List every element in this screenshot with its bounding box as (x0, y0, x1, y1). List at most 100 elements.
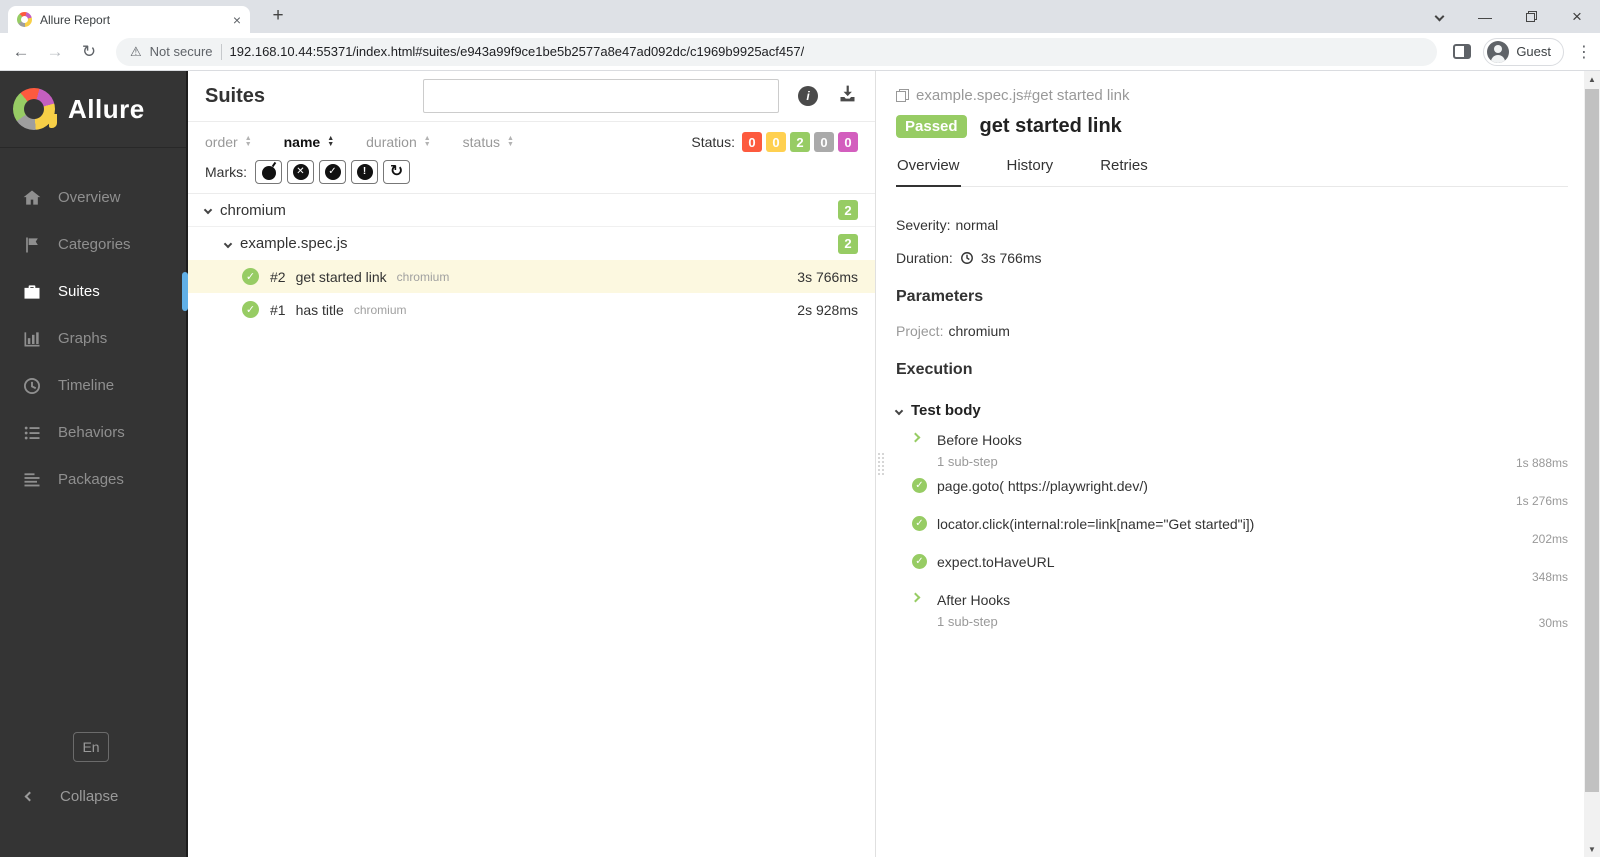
sidebar-item-behaviors[interactable]: Behaviors (0, 409, 186, 456)
unknown-count-badge[interactable]: 0 (838, 132, 858, 152)
mark-known-button[interactable]: ✓ (319, 160, 346, 184)
sidebar-item-suites[interactable]: Suites (0, 268, 188, 315)
tab-retries[interactable]: Retries (1099, 148, 1149, 186)
sort-name[interactable]: name ▲ ▼ (284, 134, 335, 150)
sort-order[interactable]: order ▲ ▼ (205, 134, 252, 150)
marks-label: Marks: (205, 164, 247, 180)
sort-label: name (283, 134, 321, 150)
breadcrumb[interactable]: example.spec.js#get started link (896, 87, 1568, 104)
sidebar-item-label: Overview (58, 189, 121, 206)
filters-bar: order ▲ ▼ name ▲ ▼ duration ▲ ▼ status ▲ ▼ S… (188, 121, 875, 194)
test-body-label: Test body (911, 402, 981, 419)
expand-step-icon (910, 432, 921, 443)
tree-group-chromium[interactable]: chromium 2 (188, 194, 875, 227)
step-duration: 202ms (1531, 532, 1568, 546)
status-label: Status: (691, 134, 735, 150)
browser-toolbar: ← → ↻ ⚠ Not secure 192.168.10.44:55371/i… (0, 33, 1600, 71)
scroll-down-icon[interactable]: ▼ (1584, 841, 1600, 857)
skipped-count-badge[interactable]: 0 (814, 132, 834, 152)
severity-value: normal (955, 217, 999, 233)
mark-retries-button[interactable]: ↻ (383, 160, 410, 184)
app-root: Allure Overview Categories Suites Graphs (0, 71, 1600, 857)
chevron-down-icon (223, 239, 233, 248)
search-input[interactable] (423, 79, 779, 113)
url-bar[interactable]: ⚠ Not secure 192.168.10.44:55371/index.h… (116, 37, 1438, 66)
mark-flaky-button[interactable] (255, 160, 282, 184)
test-detail-panel: example.spec.js#get started link Passed … (876, 71, 1584, 857)
test-duration: 3s 766ms (797, 268, 858, 285)
test-tag: chromium (353, 302, 407, 317)
collapse-button[interactable]: Collapse (24, 788, 118, 805)
status-badge: Passed (896, 115, 967, 138)
minimize-button[interactable]: — (1462, 0, 1508, 33)
info-icon[interactable]: i (798, 86, 818, 106)
download-icon[interactable] (837, 83, 858, 109)
sort-label: status (462, 134, 501, 150)
test-row-has-title[interactable]: ✓ #1 has title chromium 2s 928ms (188, 293, 875, 326)
severity-line: Severity: normal (896, 217, 1568, 233)
steps-list: Before Hooks 1 sub-step 1s 888ms ✓ page.… (896, 426, 1568, 631)
sort-status[interactable]: status ▲ ▼ (463, 134, 514, 150)
test-duration: 2s 928ms (797, 301, 858, 318)
profile-button[interactable]: Guest (1483, 37, 1564, 66)
step-before-hooks[interactable]: Before Hooks 1 sub-step 1s 888ms (910, 426, 1568, 471)
group-passed-badge: 2 (838, 233, 858, 254)
back-button[interactable]: ← (10, 42, 32, 62)
side-panel-icon[interactable] (1453, 44, 1472, 59)
step-duration: 348ms (1531, 570, 1568, 584)
parameters-heading: Parameters (896, 288, 984, 305)
breadcrumb-text: example.spec.js#get started link (916, 87, 1130, 104)
passed-check-icon: ✓ (242, 268, 259, 285)
language-button[interactable]: En (73, 732, 109, 762)
copy-icon (896, 89, 909, 102)
tab-search-icon[interactable] (1416, 0, 1462, 33)
restore-button[interactable] (1508, 0, 1554, 33)
step-duration: 1s 276ms (1515, 494, 1568, 508)
mark-new-button[interactable]: ! (351, 160, 378, 184)
tab-close-icon[interactable]: × (233, 13, 241, 27)
step-after-hooks[interactable]: After Hooks 1 sub-step 30ms (910, 586, 1568, 631)
reload-button[interactable]: ↻ (78, 42, 100, 62)
allure-logo-icon (13, 88, 57, 130)
project-label: Project: (896, 323, 944, 339)
step-page-goto[interactable]: ✓ page.goto( https://playwright.dev/) 1s… (912, 472, 1568, 509)
status-filter-group: Status: 0 0 2 0 0 (691, 132, 858, 152)
step-locator-click[interactable]: ✓ locator.click(internal:role=link[name=… (912, 510, 1568, 547)
browser-tab[interactable]: Allure Report × (8, 6, 250, 33)
sidebar-item-label: Graphs (58, 330, 108, 347)
broken-count-badge[interactable]: 0 (766, 132, 786, 152)
check-circle-icon: ✓ (324, 164, 341, 180)
sidebar-item-packages[interactable]: Packages (0, 456, 186, 503)
step-expect-tohaveurl[interactable]: ✓ expect.toHaveURL 348ms (912, 548, 1568, 585)
tab-overview[interactable]: Overview (896, 148, 961, 187)
sidebar-item-label: Packages (58, 471, 124, 488)
page-scrollbar[interactable]: ▲ ▼ (1584, 71, 1600, 857)
test-body-toggle[interactable]: Test body (894, 402, 1568, 419)
group-passed-badge: 2 (838, 200, 858, 220)
tree-group-spec[interactable]: example.spec.js 2 (188, 227, 875, 260)
brand-row[interactable]: Allure (0, 71, 186, 148)
collapse-chevron-icon (24, 791, 35, 802)
close-button[interactable]: × (1554, 0, 1600, 33)
sidebar-item-overview[interactable]: Overview (0, 174, 186, 221)
browser-menu-icon[interactable]: ⋮ (1576, 42, 1592, 62)
sort-duration[interactable]: duration ▲ ▼ (366, 134, 431, 150)
duration-line: Duration: 3s 766ms (896, 250, 1568, 266)
scrollbar-thumb[interactable] (1585, 89, 1599, 792)
mark-muted-button[interactable]: ✕ (287, 160, 314, 184)
scroll-up-icon[interactable]: ▲ (1584, 71, 1600, 87)
passed-count-badge[interactable]: 2 (790, 132, 810, 152)
cross-circle-icon: ✕ (292, 164, 309, 180)
failed-count-badge[interactable]: 0 (742, 132, 762, 152)
sidebar-item-timeline[interactable]: Timeline (0, 362, 186, 409)
sidebar-nav: Overview Categories Suites Graphs Timeli… (0, 174, 188, 503)
sidebar-item-graphs[interactable]: Graphs (0, 315, 186, 362)
sidebar: Allure Overview Categories Suites Graphs (0, 71, 188, 857)
panel-splitter-handle[interactable] (878, 453, 884, 475)
new-tab-button[interactable]: + (264, 3, 292, 31)
test-row-get-started-link[interactable]: ✓ #2 get started link chromium 3s 766ms (188, 260, 875, 293)
tab-history[interactable]: History (1006, 148, 1055, 186)
sidebar-item-categories[interactable]: Categories (0, 221, 186, 268)
step-duration: 1s 888ms (1515, 456, 1568, 470)
bang-circle-icon: ! (356, 164, 373, 180)
